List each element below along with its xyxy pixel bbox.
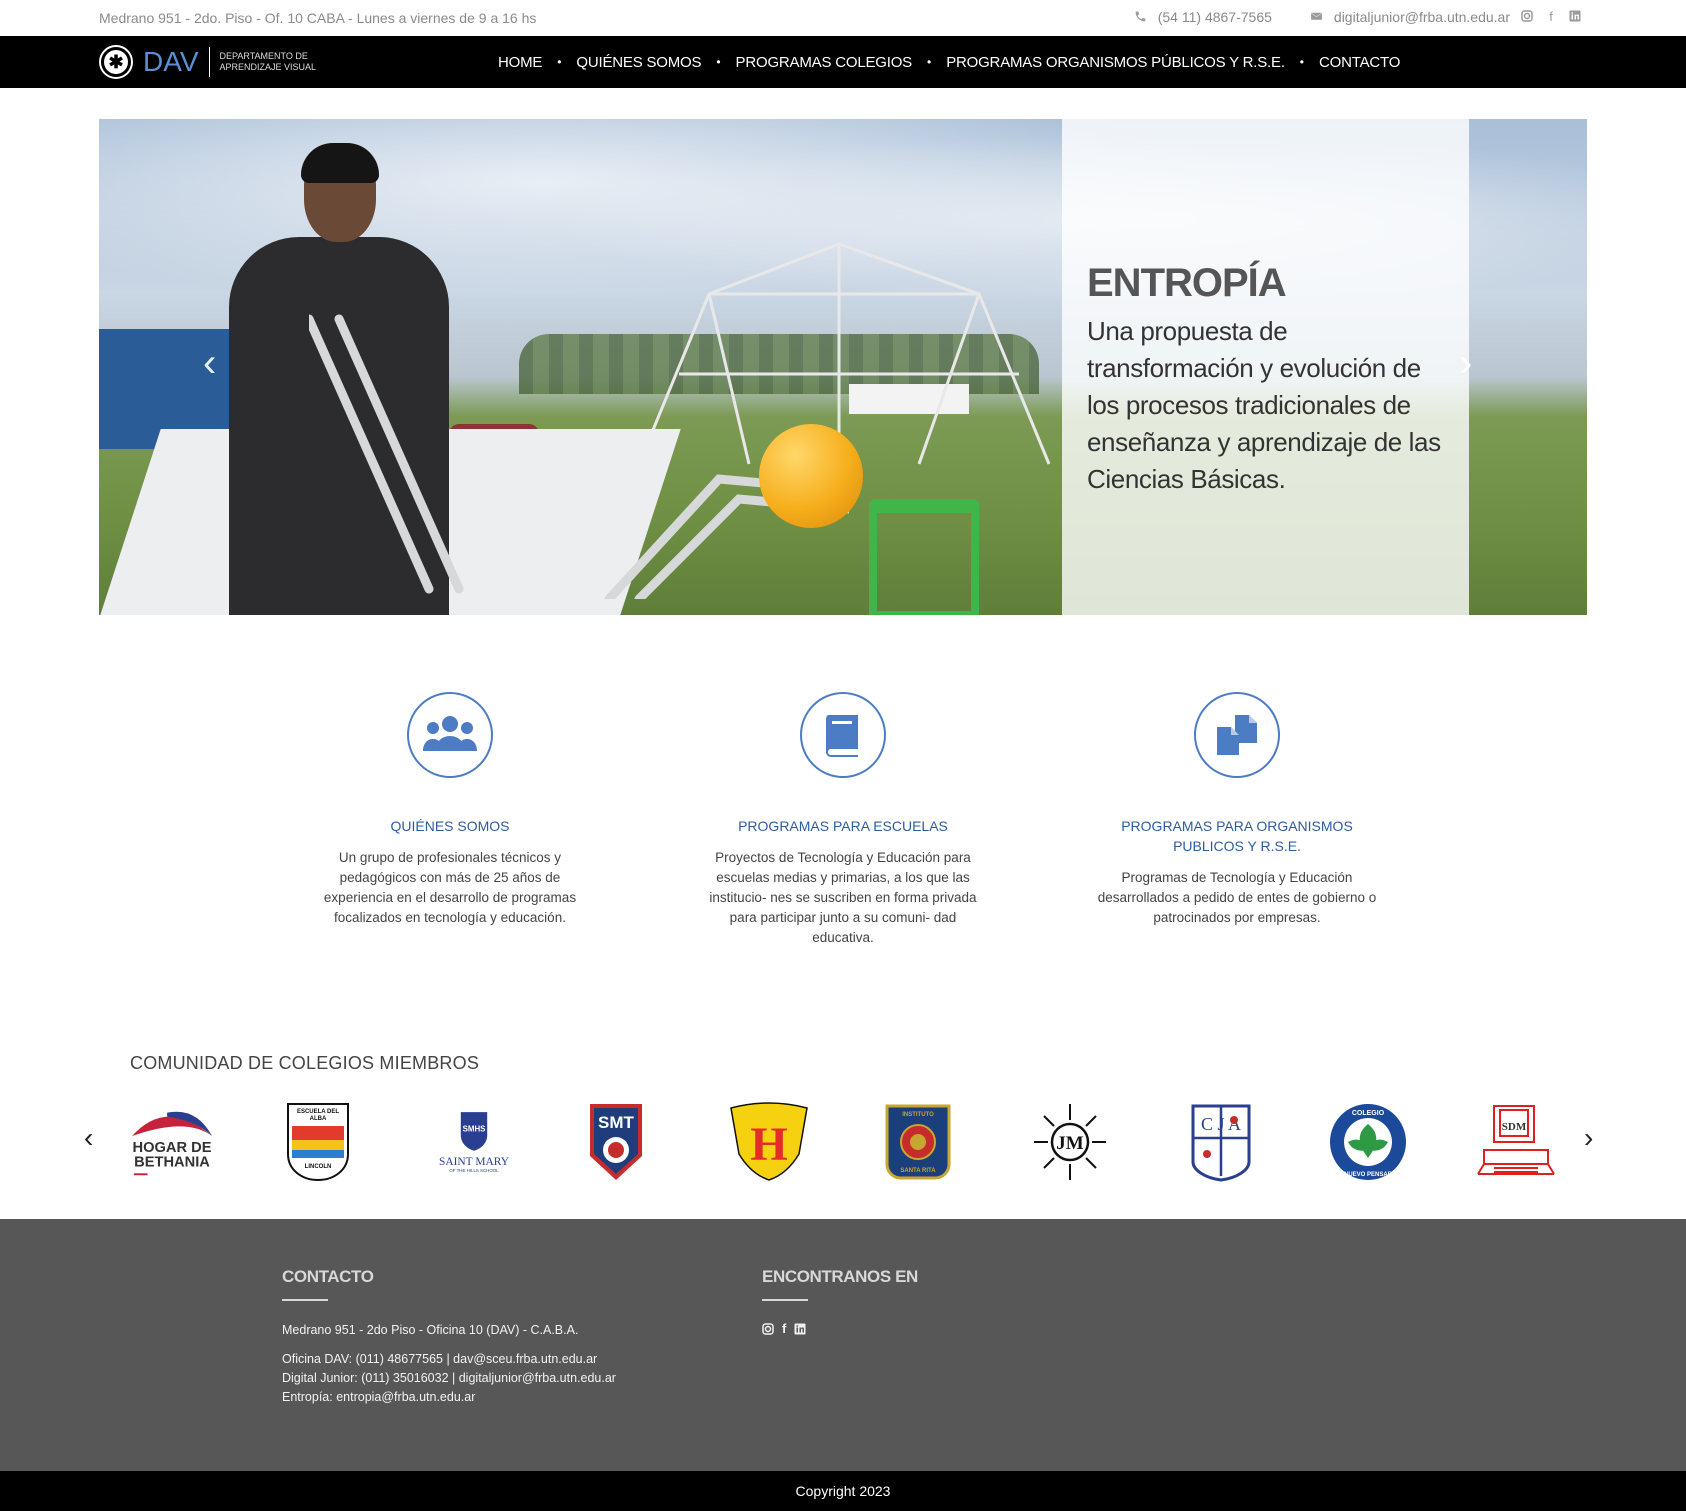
feature-quienes-somos: QUIÉNES SOMOS Un grupo de profesionales … bbox=[300, 692, 600, 928]
logo-text: HOGAR DE bbox=[133, 1140, 212, 1156]
feature-title[interactable]: PROGRAMAS PARA ESCUELAS bbox=[693, 816, 993, 836]
footer-line-entropia[interactable]: Entropía: entropia@frba.utn.edu.ar bbox=[282, 1388, 616, 1407]
svg-text:ALBA: ALBA bbox=[310, 1116, 327, 1122]
svg-text:H: H bbox=[750, 1118, 787, 1171]
hero-prev-arrow[interactable]: ‹ bbox=[203, 341, 216, 386]
footer-line-dav[interactable]: Oficina DAV: (011) 48677565 | dav@sceu.f… bbox=[282, 1350, 616, 1369]
nav-item-quienes-somos[interactable]: QUIÉNES SOMOS bbox=[576, 54, 701, 71]
linkedin-icon[interactable] bbox=[794, 1323, 806, 1338]
footer-divider bbox=[282, 1299, 328, 1301]
brand-subtitle-line2: Aprendizaje Visual bbox=[219, 62, 317, 72]
hogar-de-bethania-logo[interactable]: HOGAR DE BETHANIA bbox=[128, 1100, 216, 1184]
facebook-icon[interactable]: f bbox=[782, 1322, 786, 1338]
svg-text:SDM: SDM bbox=[1502, 1121, 1527, 1133]
community-title: COMUNIDAD DE COLEGIOS MIEMBROS bbox=[130, 1053, 480, 1073]
nav-separator: • bbox=[926, 55, 932, 69]
escuela-del-alba-logo[interactable]: ESCUELA DEL ALBA LINCOLN bbox=[274, 1100, 362, 1184]
hero-caption-panel: ENTROPÍA Una propuesta de transformación… bbox=[1062, 119, 1469, 615]
brand-subtitle: Departamento de Aprendizaje Visual bbox=[220, 51, 320, 73]
main-navbar: ✱ DAV Departamento de Aprendizaje Visual… bbox=[0, 36, 1686, 88]
footer-social-title: ENCONTRANOS EN bbox=[762, 1267, 918, 1286]
svg-text:LINCOLN: LINCOLN bbox=[305, 1164, 332, 1170]
top-email[interactable]: digitaljunior@frba.utn.edu.ar bbox=[1334, 9, 1510, 25]
footer-address: Medrano 951 - 2do Piso - Oficina 10 (DAV… bbox=[282, 1323, 579, 1337]
book-icon[interactable] bbox=[800, 692, 886, 778]
instagram-icon[interactable] bbox=[1520, 10, 1534, 24]
footer: CONTACTO Medrano 951 - 2do Piso - Oficin… bbox=[0, 1219, 1686, 1471]
copy-icon[interactable] bbox=[1194, 692, 1280, 778]
footer-contact: CONTACTO Medrano 951 - 2do Piso - Oficin… bbox=[282, 1267, 616, 1407]
instituto-santa-rita-logo[interactable]: INSTITUTO SANTA RITA bbox=[874, 1100, 962, 1184]
footer-line-digital[interactable]: Digital Junior: (011) 35016032 | digital… bbox=[282, 1369, 616, 1388]
feature-programas-escuelas: PROGRAMAS PARA ESCUELAS Proyectos de Tec… bbox=[693, 692, 993, 948]
saint-mary-logo[interactable]: SMHS SAINT MARY OF THE HILLS SCHOOL bbox=[430, 1100, 518, 1184]
footer-divider bbox=[762, 1299, 808, 1301]
svg-text:JM: JM bbox=[1056, 1133, 1084, 1154]
dav-logo[interactable]: ✱ DAV Departamento de Aprendizaje Visual bbox=[99, 44, 320, 80]
mail-icon bbox=[1310, 10, 1324, 24]
footer-social-icons: f bbox=[762, 1322, 918, 1338]
feature-programas-organismos: PROGRAMAS PARA ORGANISMOS PUBLICOS Y R.S… bbox=[1087, 692, 1387, 928]
feature-title[interactable]: PROGRAMAS PARA ORGANISMOS PUBLICOS Y R.S… bbox=[1087, 816, 1387, 856]
users-icon[interactable] bbox=[407, 692, 493, 778]
brand-name: DAV bbox=[143, 46, 199, 77]
instagram-icon[interactable] bbox=[762, 1323, 774, 1338]
brand-subtitle-line1: Departamento de bbox=[219, 51, 308, 61]
nav-item-home[interactable]: HOME bbox=[498, 54, 542, 71]
linkedin-icon[interactable] bbox=[1568, 10, 1582, 24]
hero-text: Una propuesta de transformación y evoluc… bbox=[1087, 316, 1441, 494]
logos-next-arrow[interactable]: › bbox=[1584, 1122, 1593, 1154]
svg-text:SANTA RITA: SANTA RITA bbox=[900, 1168, 936, 1174]
svg-text:OF THE HILLS SCHOOL: OF THE HILLS SCHOOL bbox=[449, 1168, 499, 1173]
svg-text:SMT: SMT bbox=[598, 1113, 635, 1132]
svg-text:ESCUELA DEL: ESCUELA DEL bbox=[297, 1109, 339, 1115]
svg-text:INSTITUTO: INSTITUTO bbox=[902, 1112, 934, 1118]
top-info-bar: Medrano 951 - 2do. Piso - Of. 10 CABA - … bbox=[0, 0, 1686, 36]
phone-icon bbox=[1134, 10, 1148, 24]
brand-divider bbox=[208, 47, 210, 77]
feature-description: Proyectos de Tecnología y Educación para… bbox=[709, 850, 977, 945]
smt-logo[interactable]: SMT bbox=[572, 1100, 660, 1184]
hero-slider[interactable]: ENTROPÍA Una propuesta de transformación… bbox=[99, 119, 1587, 615]
feature-description: Programas de Tecnología y Educación desa… bbox=[1097, 870, 1377, 925]
features-section: QUIÉNES SOMOS Un grupo de profesionales … bbox=[0, 692, 1686, 945]
logos-prev-arrow[interactable]: ‹ bbox=[84, 1122, 93, 1154]
feature-title[interactable]: QUIÉNES SOMOS bbox=[300, 816, 600, 836]
cja-logo[interactable]: C J A bbox=[1177, 1100, 1265, 1184]
hero-photo-chair bbox=[869, 499, 979, 615]
nav-separator: • bbox=[557, 55, 562, 69]
community-logo-carousel: ‹ HOGAR DE BETHANIA ESCUELA DEL ALBA LIN… bbox=[84, 1100, 1604, 1188]
top-contact: (54 11) 4867-7565 digitaljunior@frba.utn… bbox=[1134, 9, 1582, 25]
hero-title: ENTROPÍA bbox=[1087, 261, 1287, 305]
footer-contact-title: CONTACTO bbox=[282, 1267, 374, 1286]
hero-next-arrow[interactable]: › bbox=[1459, 341, 1472, 386]
jm-logo[interactable]: JM bbox=[1026, 1100, 1114, 1184]
utn-emblem-icon: ✱ bbox=[99, 45, 133, 79]
nav-menu: HOME • QUIÉNES SOMOS • PROGRAMAS COLEGIO… bbox=[498, 36, 1400, 88]
sdm-logo[interactable]: SDM bbox=[1472, 1100, 1560, 1184]
nav-separator: • bbox=[1299, 55, 1304, 69]
top-phone[interactable]: (54 11) 4867-7565 bbox=[1158, 9, 1272, 25]
colegio-nuevo-pensar-logo[interactable]: COLEGIO NUEVO PENSAR bbox=[1324, 1100, 1412, 1184]
feature-description: Un grupo de profesionales técnicos y ped… bbox=[323, 850, 577, 925]
facebook-icon[interactable]: f bbox=[1544, 10, 1558, 24]
svg-text:SAINT MARY: SAINT MARY bbox=[439, 1156, 509, 1168]
svg-text:NUEVO PENSAR: NUEVO PENSAR bbox=[1344, 1172, 1393, 1178]
nav-separator: • bbox=[716, 55, 721, 69]
svg-text:SMHS: SMHS bbox=[463, 1124, 486, 1133]
footer-social: ENCONTRANOS EN f bbox=[762, 1267, 918, 1338]
hero-photo-ball bbox=[759, 424, 863, 528]
h-shield-logo[interactable]: H bbox=[725, 1100, 813, 1184]
logo-text: BETHANIA bbox=[134, 1154, 210, 1170]
svg-text:COLEGIO: COLEGIO bbox=[1352, 1110, 1385, 1117]
nav-item-programas-organismos[interactable]: PROGRAMAS ORGANISMOS PÚBLICOS Y R.S.E. bbox=[946, 54, 1285, 71]
nav-item-programas-colegios[interactable]: PROGRAMAS COLEGIOS bbox=[736, 54, 913, 71]
copyright-bar: Copyright 2023 bbox=[0, 1471, 1686, 1511]
top-address: Medrano 951 - 2do. Piso - Of. 10 CABA - … bbox=[99, 10, 537, 26]
nav-item-contacto[interactable]: CONTACTO bbox=[1319, 54, 1400, 71]
